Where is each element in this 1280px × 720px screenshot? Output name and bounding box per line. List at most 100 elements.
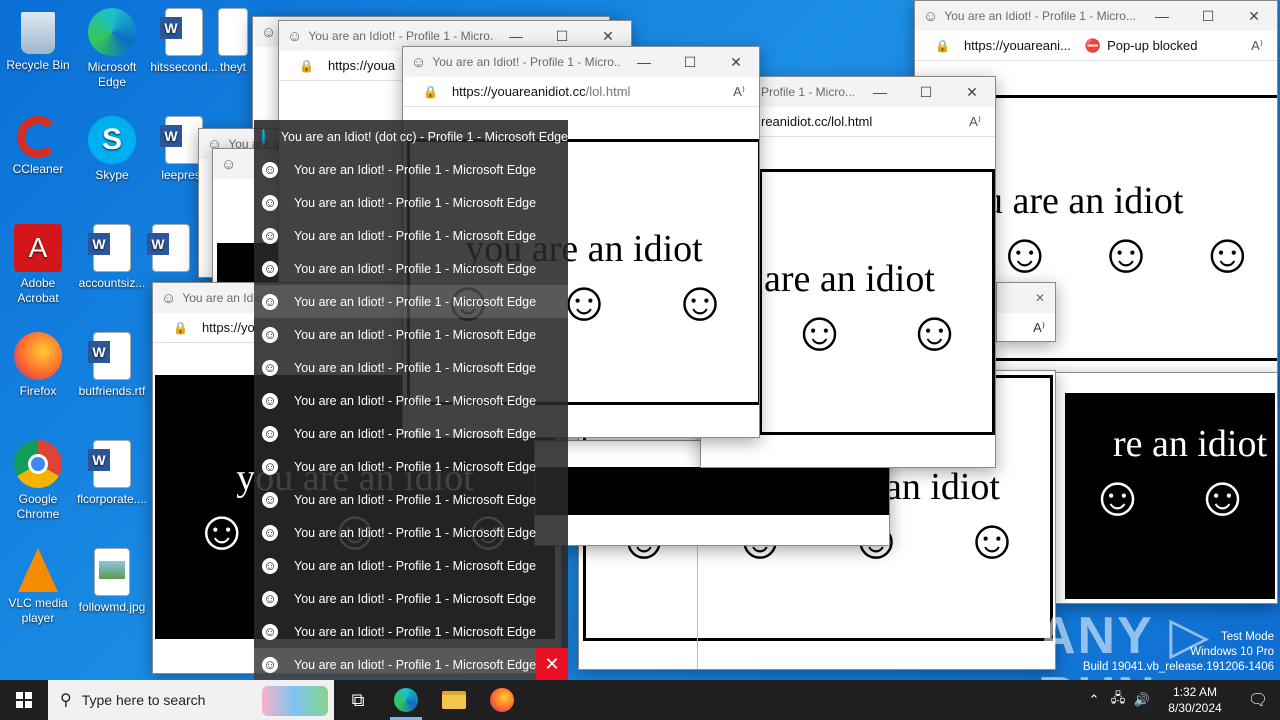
desktop: Recycle Bin Microsoft Edge W hitssecond.… [0,0,1280,680]
window-titlebar[interactable]: ☺ You are an Idiot! - Profile 1 - Micro.… [403,47,759,77]
smiley-face-icon: ☺ [790,301,849,363]
smiley-favicon-icon: ☺ [262,227,278,244]
desktop-icon-theyt[interactable]: theyt [218,4,248,104]
read-aloud-icon[interactable]: A⁾ [969,114,981,130]
minimize-icon[interactable]: — [493,28,539,45]
window-list-item[interactable]: ☺ You are an Idiot! - Profile 1 - Microso… [254,450,568,483]
start-button[interactable] [0,680,48,720]
smiley-favicon-icon: ☺ [262,491,278,508]
idiot-headline: u are an idiot [984,180,1184,222]
chevron-up-icon[interactable]: ⌃ [1082,692,1106,708]
maximize-icon[interactable]: ☐ [903,84,949,101]
window-titlebar[interactable]: ✕ [997,283,1055,313]
maximize-icon[interactable]: ☐ [1185,8,1231,25]
taskbar-window-list[interactable]: You are an Idiot! (dot cc) - Profile 1 -… [254,120,568,680]
window-list-item[interactable]: ☺ You are an Idiot! - Profile 1 - Microso… [254,186,568,219]
desktop-icon-ccleaner[interactable]: CCleaner [0,112,76,212]
smiley-favicon-icon: ☺ [261,23,277,41]
smiley-face-icon: ☺ [1198,223,1256,285]
minimize-icon[interactable]: — [1139,8,1185,25]
maximize-icon[interactable]: ☐ [539,28,585,45]
notification-icon[interactable]: 🗨 [1236,690,1280,710]
window-list-item[interactable]: ☺ You are an Idiot! - Profile 1 - Microso… [254,483,568,516]
window-list-item[interactable]: ☺ You are an Idiot! - Profile 1 - Microso… [254,582,568,615]
window-list-item[interactable]: ☺ You are an Idiot! - Profile 1 - Microso… [254,285,568,318]
smiley-faces: ☺ ☺ [762,302,992,362]
popup-blocked-label[interactable]: Pop-up blocked [1107,38,1197,53]
window-titlebar[interactable]: ☺ You are an Idiot! - Profile 1 - Micro.… [915,1,1277,31]
read-aloud-icon[interactable]: A⁾ [1033,320,1045,336]
window-list-item[interactable]: ☺ You are an Idiot! - Profile 1 - Microso… [254,384,568,417]
desktop-icon-flcorporate[interactable]: W flcorporate.... [74,436,150,536]
desktop-icon-acrobat[interactable]: A Adobe Acrobat [0,220,76,320]
taskbar-file-explorer[interactable] [430,680,478,720]
address-bar[interactable]: A⁾ [997,313,1055,341]
close-icon[interactable]: ✕ [713,54,759,71]
image-file-icon [94,548,130,596]
window-list-item[interactable]: ☺ You are an Idiot! - Profile 1 - Microso… [254,219,568,252]
window-list-item[interactable]: ☺ You are an Idiot! - Profile 1 - Microso… [254,417,568,450]
window-list-item[interactable]: ☺ You are an Idiot! - Profile 1 - Microso… [254,318,568,351]
close-window-button[interactable]: ✕ [536,648,568,680]
close-icon[interactable]: ✕ [1231,8,1277,25]
firefox-icon [14,332,62,380]
smiley-favicon-icon: ☺ [411,53,427,71]
taskbar-search-box[interactable]: ⚲ Type here to search [48,680,334,720]
desktop-icon-vlc[interactable]: VLC media player [0,544,76,644]
window-list-item[interactable]: ☺ You are an Idiot! - Profile 1 - Microso… [254,153,568,186]
window-list-item[interactable]: ☺ You are an Idiot! - Profile 1 - Microso… [254,549,568,582]
address-bar[interactable]: 🔒 https://youareanidiot.cc/lol.html A⁾ [403,77,759,107]
desktop-icon-butfriends[interactable]: W butfriends.rtf [74,328,150,428]
minimize-icon[interactable]: — [621,54,667,71]
browser-window-6[interactable]: re an idiot ☺ ☺ [1054,372,1278,604]
maximize-icon[interactable]: ☐ [667,54,713,71]
desktop-icon-firefox[interactable]: Firefox [0,328,76,428]
ccleaner-icon [17,116,59,158]
lock-icon: 🔒 [299,58,314,73]
desktop-icon-accountsiz[interactable]: W accountsiz... [74,220,150,320]
search-icon: ⚲ [60,692,72,709]
network-icon[interactable]: 🖧 [1106,689,1130,711]
read-aloud-icon[interactable]: A⁾ [1251,38,1263,54]
clock[interactable]: 1:32 AM 8/30/2024 [1154,684,1236,716]
firefox-icon [490,688,514,712]
desktop-icon-chrome[interactable]: Google Chrome [0,436,76,536]
smiley-face-icon: ☺ [1193,466,1252,528]
desktop-icon-edge[interactable]: Microsoft Edge [74,4,150,104]
idiot-headline: re an idiot [1112,423,1267,465]
folder-icon [442,691,466,709]
smiley-face-icon: ☺ [193,500,251,562]
search-highlight-image [262,686,328,716]
window-list-item[interactable]: ☺ You are an Idiot! - Profile 1 - Microso… [254,351,568,384]
taskbar-firefox[interactable] [478,680,526,720]
smiley-favicon-icon: ☺ [262,524,278,541]
idiot-page-dark: re an idiot ☺ ☺ [1065,393,1275,599]
browser-window-8[interactable]: ✕ A⁾ [996,282,1056,342]
taskbar-edge[interactable] [382,680,430,720]
close-icon[interactable]: ✕ [585,28,631,45]
word-doc-icon: W [147,224,190,272]
read-aloud-icon[interactable]: A⁾ [733,84,745,100]
desktop-icon-hitssecond[interactable]: W hitssecond... [146,4,222,104]
window-list-item[interactable]: ☺ You are an Idiot! - Profile 1 - Microso… [254,615,568,648]
desktop-icon-recycle-bin[interactable]: Recycle Bin [0,4,76,104]
smiley-favicon-icon: ☺ [287,27,303,45]
window-list-item[interactable]: ☺ You are an Idiot! - Profile 1 - Microso… [254,516,568,549]
minimize-icon[interactable]: — [857,84,903,101]
close-icon[interactable]: ✕ [949,84,995,101]
window-list-item[interactable]: ☺ You are an Idiot! - Profile 1 - Microso… [254,252,568,285]
desktop-icon-followmd[interactable]: followmd.jpg [74,544,150,644]
window-list-item[interactable]: ☺ You are an Idiot! - Profile 1 - Microso… [254,648,568,680]
word-doc-icon [218,8,248,56]
word-doc-icon: W [88,440,131,488]
smiley-favicon-icon: ☺ [262,458,278,475]
smiley-favicon-icon: ☺ [262,656,278,673]
taskbar: ⚲ Type here to search ⧉ ⌃ 🖧 🔊 1:32 AM 8/… [0,680,1280,720]
address-bar[interactable]: 🔒 https://youareani... ⛔ Pop-up blocked … [915,31,1277,61]
close-icon[interactable]: ✕ [1035,291,1045,305]
task-view-button[interactable]: ⧉ [334,680,382,720]
volume-icon[interactable]: 🔊 [1130,692,1154,708]
smiley-face-icon: ☺ [963,509,1021,571]
desktop-icon-skype[interactable]: S Skype [74,112,150,212]
window-list-item[interactable]: You are an Idiot! (dot cc) - Profile 1 -… [254,120,568,153]
